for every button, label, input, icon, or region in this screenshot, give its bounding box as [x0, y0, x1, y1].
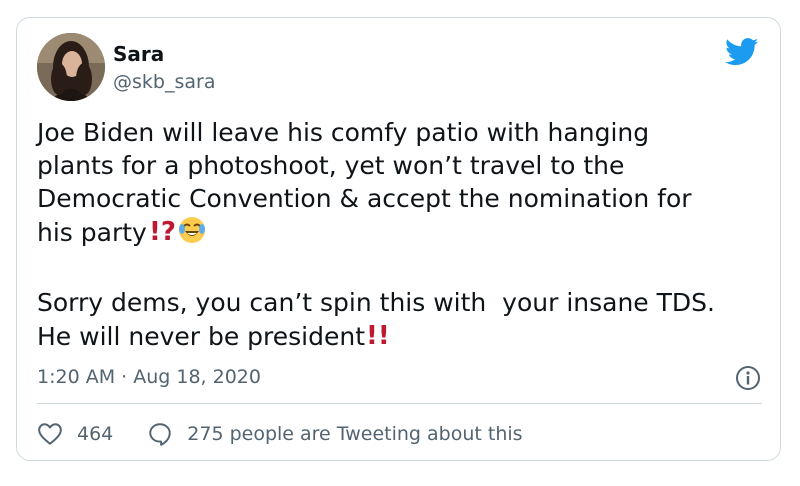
heart-icon — [38, 423, 62, 445]
tears-of-joy-emoji — [177, 215, 207, 253]
like-button[interactable]: 464 — [37, 421, 113, 447]
divider — [37, 403, 762, 404]
like-count: 464 — [77, 423, 114, 445]
avatar[interactable] — [37, 33, 105, 101]
speech-bubble-icon — [149, 423, 171, 446]
double-exclamation-emoji: !! — [365, 319, 391, 357]
tweet-card: Sara @skb_sara Joe Biden will leave his … — [16, 17, 781, 461]
svg-text:!?: !? — [149, 217, 176, 245]
tweet-text-part-1: Joe Biden will leave his comfy patio wit… — [37, 118, 692, 247]
interrobang-emoji: !? — [147, 215, 177, 253]
action-bar: 464 275 people are Tweeting about this — [37, 420, 523, 448]
tweet-body: Joe Biden will leave his comfy patio wit… — [37, 116, 762, 357]
reply-text: 275 people are Tweeting about this — [187, 423, 523, 445]
author-name[interactable]: Sara — [113, 42, 164, 66]
twitter-bird-icon[interactable] — [725, 38, 759, 66]
reply-button[interactable]: 275 people are Tweeting about this — [147, 421, 523, 447]
info-icon[interactable] — [735, 365, 761, 391]
author-handle[interactable]: @skb_sara — [113, 70, 215, 94]
svg-text:!!: !! — [366, 321, 390, 349]
timestamp[interactable]: 1:20 AM · Aug 18, 2020 — [37, 365, 261, 389]
